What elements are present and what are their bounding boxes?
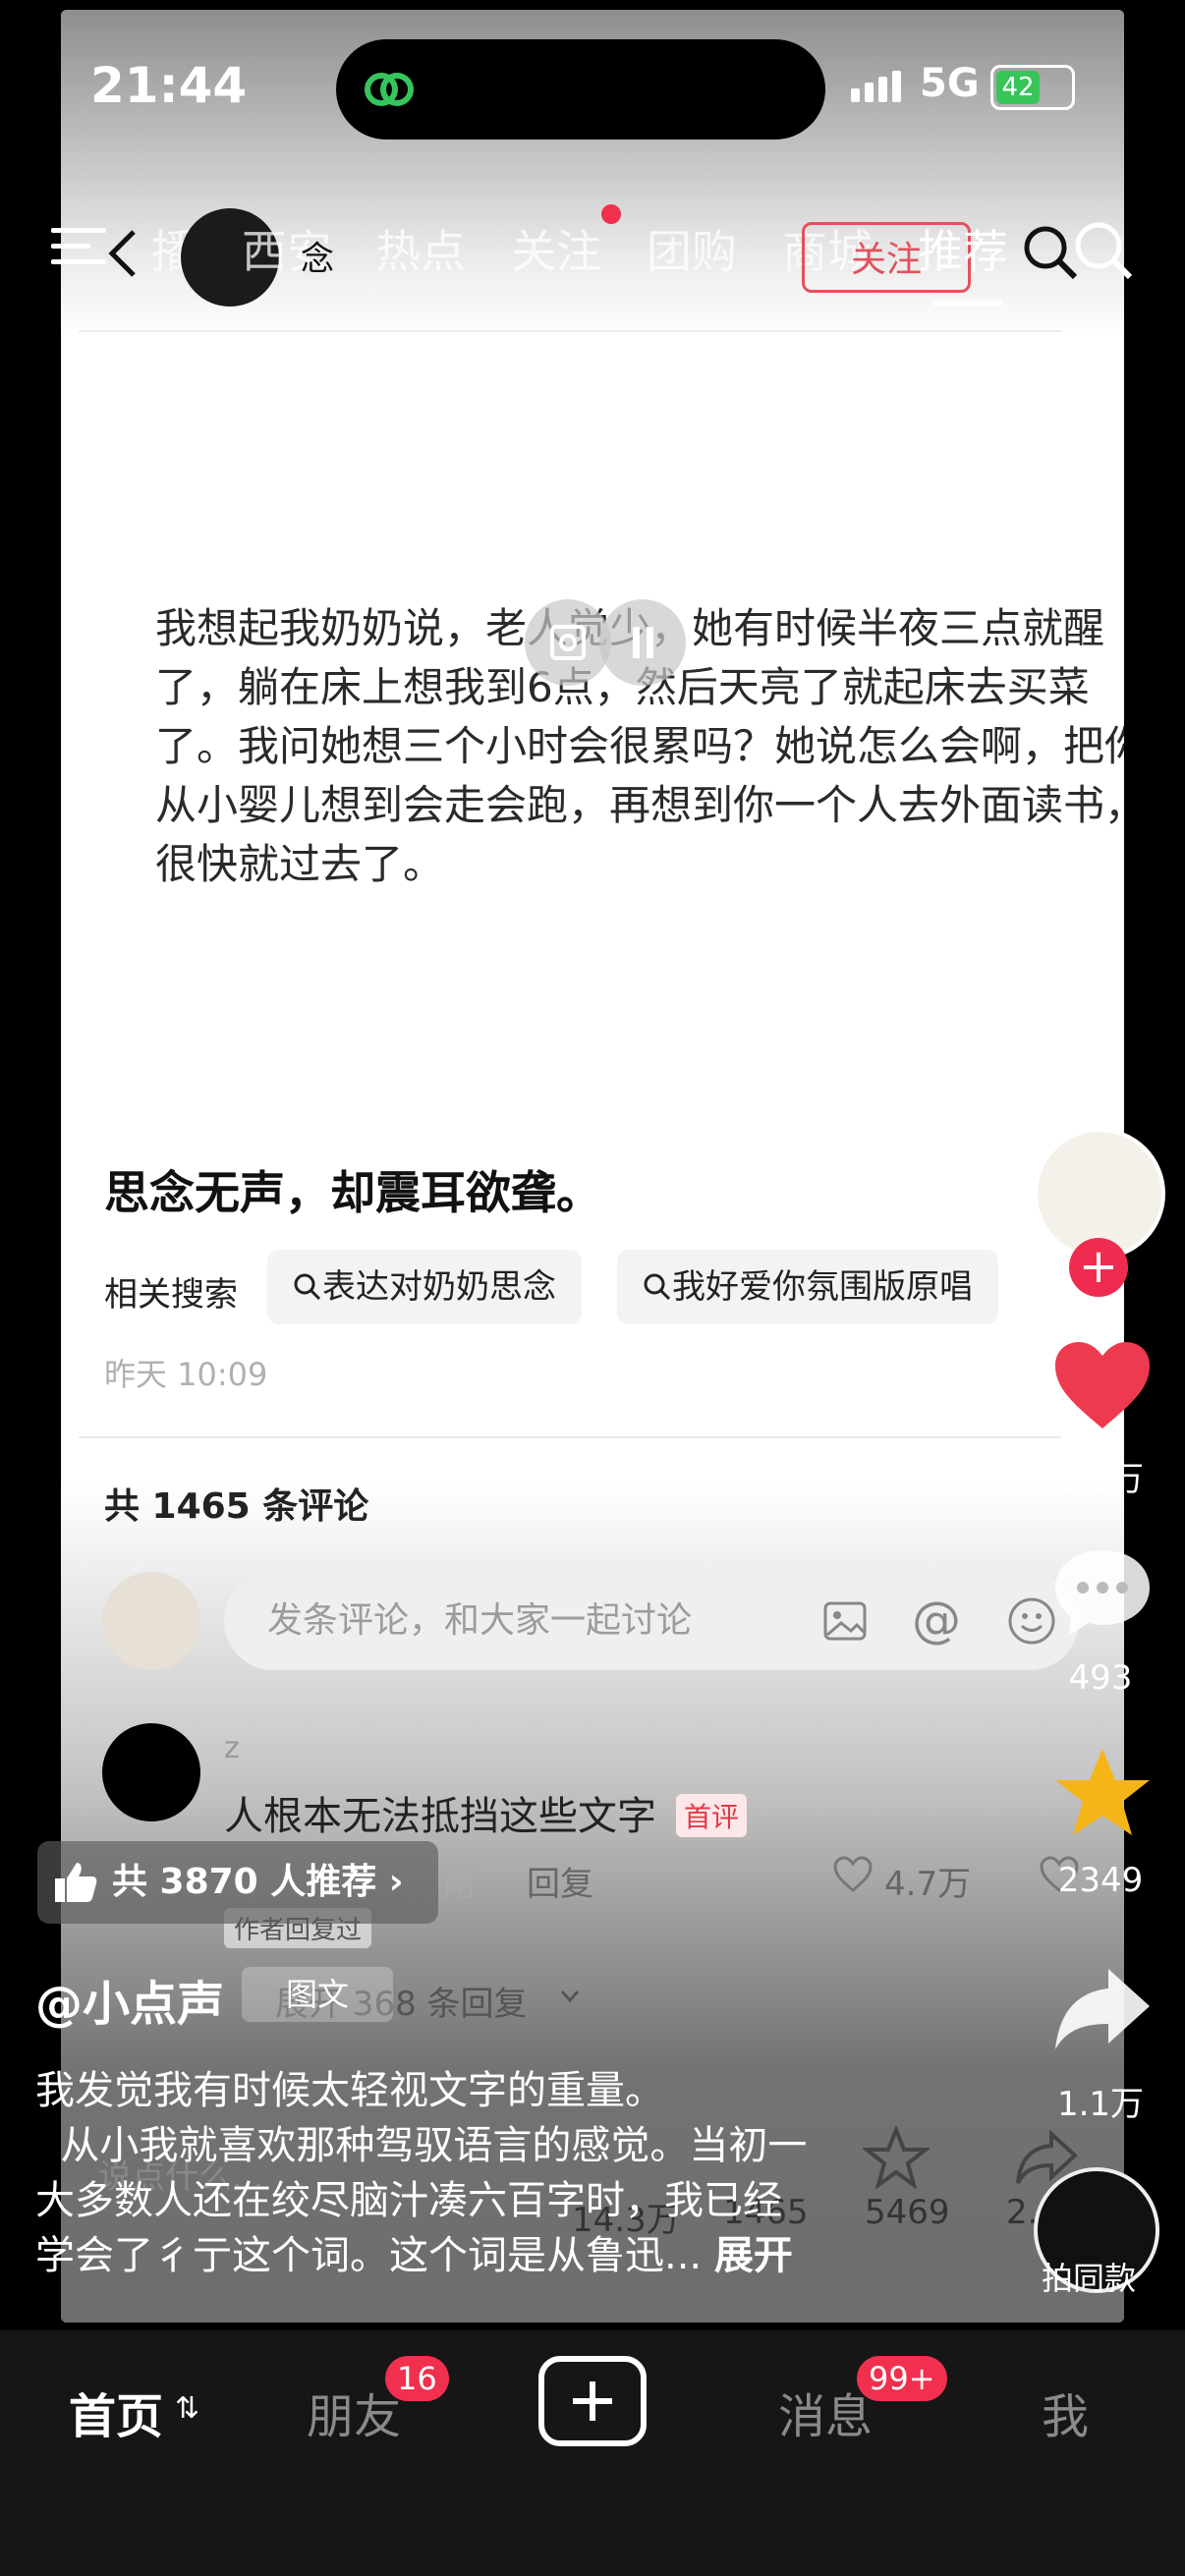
author-name: 念 (301, 240, 334, 279)
screenshot-scan-button[interactable] (525, 599, 611, 686)
comment-text: 人根本无法抵挡这些文字 (224, 1794, 656, 1839)
network-type: 5G (920, 61, 980, 106)
my-avatar (102, 1572, 200, 1670)
image-text-tag: 图文 (242, 1967, 393, 2022)
tab-following[interactable]: 关注 (511, 216, 601, 281)
swap-icon: ⇅ (175, 2391, 200, 2426)
comment-count: 共 1465 条评论 (104, 1486, 369, 1527)
post-username[interactable]: @小点声 (35, 1965, 224, 2034)
share-icon[interactable] (1047, 1959, 1157, 2057)
messages-badge: 99+ (857, 2356, 947, 2401)
active-tab-underline (931, 301, 1002, 306)
chevron-down-icon (560, 1990, 580, 2003)
link-icon (365, 73, 414, 106)
comment-likes: 4.7万 (884, 1865, 972, 1904)
plus-icon (573, 2381, 612, 2421)
tab-home[interactable]: 首页 (69, 2378, 163, 2446)
related-chip-label: 表达对奶奶思念 (322, 1267, 556, 1307)
posted-time: 昨天 10:09 (104, 1356, 268, 1393)
comment-icon[interactable] (1047, 1542, 1157, 1641)
back-arrow-icon[interactable] (104, 226, 143, 281)
commenter-name[interactable]: z (224, 1731, 240, 1765)
related-search-label: 相关搜索 (104, 1275, 238, 1315)
share-count: 1.1万 (1056, 2085, 1145, 2124)
related-chip-label: 我好爱你氛围版原唱 (672, 1267, 973, 1307)
description-line: 我发觉我有时候太轻视文字的重量。 (35, 2068, 664, 2113)
comment-reply-button[interactable]: 回复 (527, 1857, 593, 1905)
search-icon (644, 1273, 671, 1301)
battery-level: 42 (996, 71, 1040, 104)
related-chip[interactable]: 我好爱你氛围版原唱 (617, 1250, 998, 1324)
description-line: 从小我就喜欢那种驾驭语言的感觉。当初一 (35, 2123, 808, 2168)
menu-icon[interactable] (51, 224, 110, 269)
pause-button[interactable] (599, 599, 686, 686)
search-icon (294, 1273, 321, 1301)
first-comment-badge: 首评 (676, 1794, 748, 1837)
post-headline: 思念无声，却震耳欲聋。 (104, 1166, 601, 1219)
search-icon[interactable] (1069, 216, 1138, 285)
description-line: 学会了彳亍这个词。这个词是从鲁迅... (35, 2233, 703, 2278)
image-icon[interactable] (821, 1597, 869, 1645)
thumbs-up-icon (55, 1863, 97, 1902)
like-count: 5.2万 (1056, 1460, 1145, 1499)
mention-icon[interactable]: @ (912, 1592, 961, 1649)
favorite-count: 2349 (1057, 1861, 1144, 1900)
tab-recommend[interactable]: 推荐 (918, 216, 1008, 281)
scan-icon (550, 625, 586, 660)
related-chip[interactable]: 表达对奶奶思念 (267, 1250, 582, 1324)
expand-description-button[interactable]: 展开 (714, 2233, 793, 2278)
tab-hot[interactable]: 热点 (375, 216, 466, 281)
header-divider (79, 330, 1061, 332)
pause-icon (633, 627, 653, 658)
description-line: 大多数人还在绞尽脑汁凑六百字时，我已经 (35, 2178, 782, 2223)
friends-badge: 16 (385, 2356, 449, 2401)
signal-icon (851, 71, 906, 102)
heart-outline-icon[interactable] (831, 1855, 875, 1894)
recommend-count-text: 共 3870 人推荐 (112, 1862, 377, 1902)
create-button[interactable] (538, 2356, 647, 2446)
status-time: 21:44 (90, 57, 248, 114)
follow-plus-button[interactable]: + (1069, 1238, 1128, 1297)
tab-me[interactable]: 我 (1042, 2378, 1089, 2446)
comment-count-rail: 493 (1068, 1658, 1133, 1698)
same-style-label[interactable]: 拍同款 (1042, 2254, 1136, 2299)
star-icon[interactable] (1047, 1743, 1157, 1841)
post-description[interactable]: 我发觉我有时候太轻视文字的重量。 从小我就喜欢那种驾驭语言的感觉。当初一 大多数… (35, 2063, 900, 2283)
tab-group-buy[interactable]: 团购 (647, 216, 737, 281)
heart-icon[interactable] (1047, 1336, 1157, 1434)
section-divider (79, 1436, 1061, 1438)
notification-dot (601, 204, 621, 224)
commenter-avatar[interactable] (102, 1723, 200, 1821)
